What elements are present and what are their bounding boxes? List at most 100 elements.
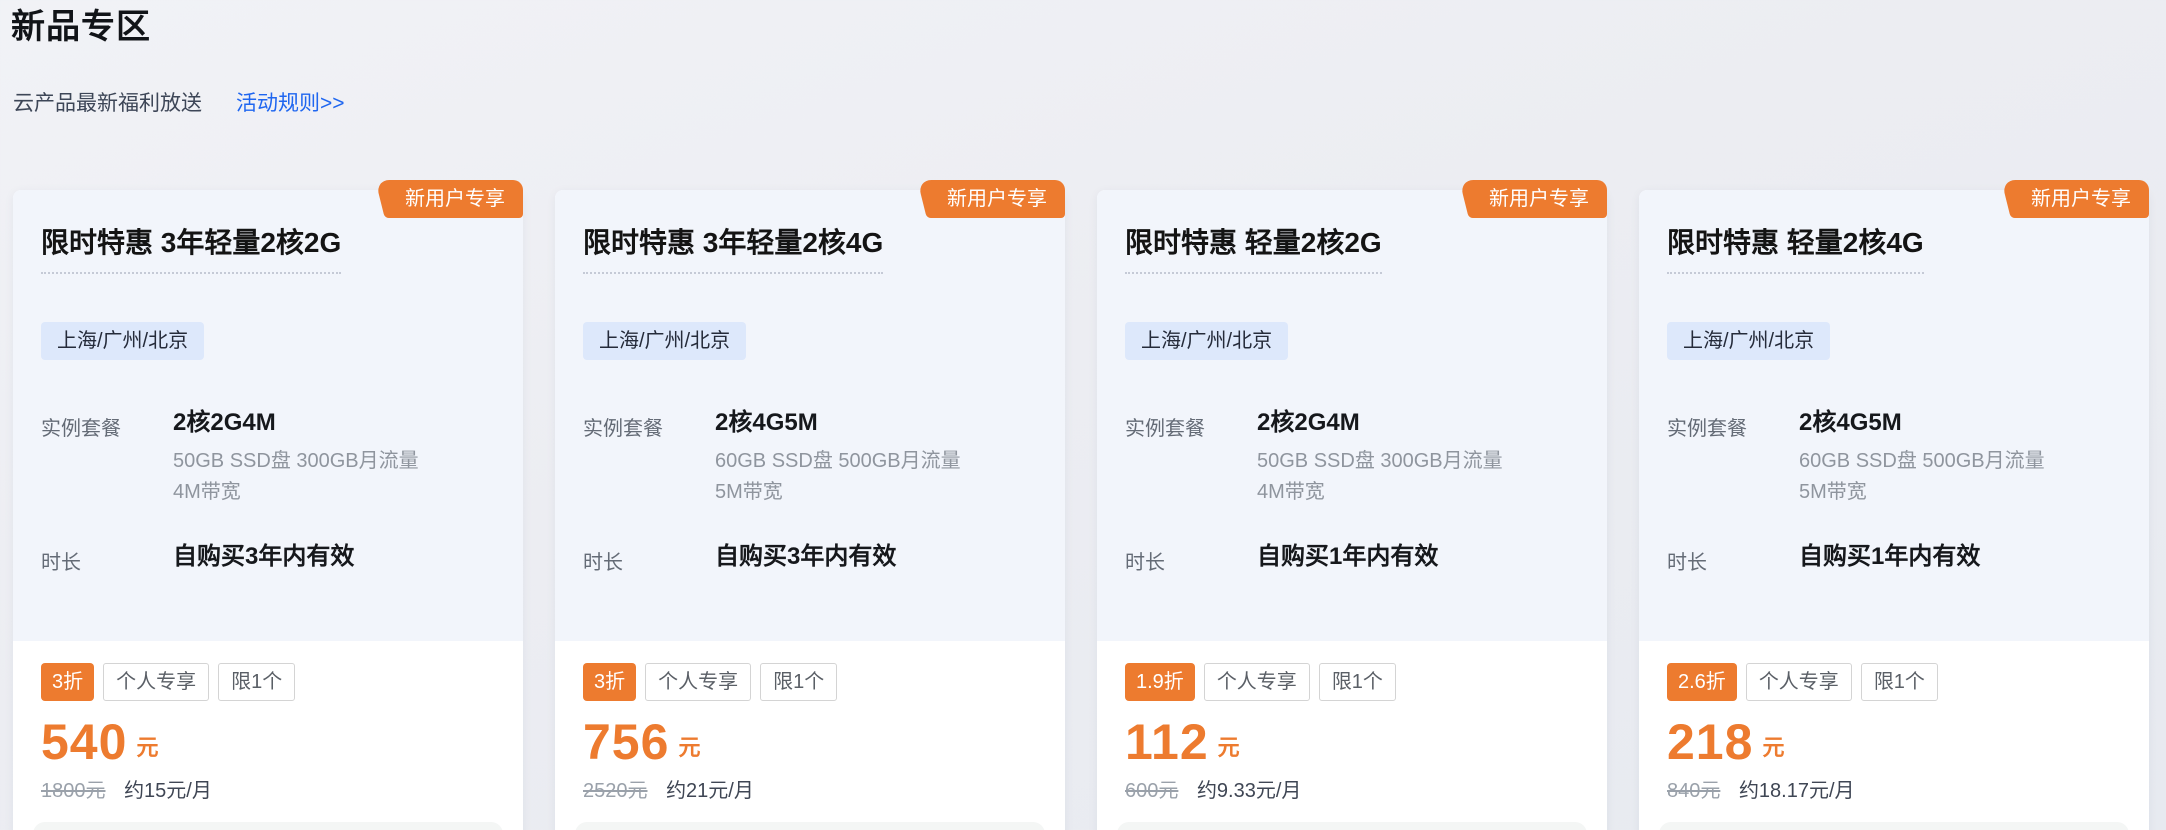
new-user-ribbon: 新用户专享 bbox=[1477, 180, 1607, 218]
spec-detail-line: 60GB SSD盘 500GB月流量 bbox=[1799, 446, 2045, 477]
card-top-section: 限时特惠 轻量2核2G 上海/广州/北京 实例套餐 2核2G4M 50GB SS… bbox=[1097, 190, 1607, 641]
card-title-text: 限时特惠 3年轻量2核2G bbox=[41, 226, 341, 274]
page-title: 新品专区 bbox=[11, 6, 2152, 48]
spec-detail-line: 5M带宽 bbox=[715, 477, 961, 508]
spec-value: 2核4G5M bbox=[715, 408, 961, 438]
duration-label: 时长 bbox=[1125, 542, 1257, 575]
card-footer-strip bbox=[33, 822, 503, 830]
ribbon-label: 新用户专享 bbox=[1489, 188, 1589, 210]
price-unit: 元 bbox=[678, 730, 700, 762]
ribbon-label: 新用户专享 bbox=[405, 188, 505, 210]
old-price-row: 2520元 约21元/月 bbox=[583, 778, 1037, 804]
personal-only-tag: 个人专享 bbox=[645, 663, 751, 701]
new-user-ribbon: 新用户专享 bbox=[2019, 180, 2149, 218]
spec-detail: 50GB SSD盘 300GB月流量 4M带宽 bbox=[173, 446, 419, 508]
spec-value-block: 2核2G4M 50GB SSD盘 300GB月流量 4M带宽 bbox=[1257, 408, 1503, 508]
old-price-row: 1800元 约15元/月 bbox=[41, 778, 495, 804]
product-card[interactable]: 新用户专享 限时特惠 轻量2核2G 上海/广州/北京 实例套餐 2核2G4M 5… bbox=[1097, 190, 1607, 830]
original-price: 1800元 bbox=[41, 780, 106, 802]
original-price: 2520元 bbox=[583, 780, 648, 802]
discount-badge: 3折 bbox=[41, 663, 94, 701]
discount-badge: 1.9折 bbox=[1125, 663, 1195, 701]
price-row: 540 元 bbox=[41, 715, 495, 769]
card-top-section: 限时特惠 3年轻量2核4G 上海/广州/北京 实例套餐 2核4G5M 60GB … bbox=[555, 190, 1065, 641]
product-card[interactable]: 新用户专享 限时特惠 3年轻量2核4G 上海/广州/北京 实例套餐 2核4G5M… bbox=[555, 190, 1065, 830]
card-title: 限时特惠 3年轻量2核4G bbox=[583, 226, 1037, 274]
card-footer-strip bbox=[1117, 822, 1587, 830]
activity-rules-link[interactable]: 活动规则>> bbox=[236, 90, 345, 118]
badge-row: 1.9折 个人专享 限1个 bbox=[1125, 663, 1579, 701]
spec-detail-line: 60GB SSD盘 500GB月流量 bbox=[715, 446, 961, 477]
card-price-section: 3折 个人专享 限1个 756 元 2520元 约21元/月 bbox=[555, 641, 1065, 804]
limit-one-tag: 限1个 bbox=[1861, 663, 1938, 701]
card-title-text: 限时特惠 轻量2核4G bbox=[1667, 226, 1924, 274]
card-footer-strip bbox=[575, 822, 1045, 830]
discount-badge: 3折 bbox=[583, 663, 636, 701]
price-value: 112 bbox=[1125, 715, 1209, 769]
region-tag: 上海/广州/北京 bbox=[583, 322, 746, 360]
new-user-ribbon: 新用户专享 bbox=[935, 180, 1065, 218]
discount-badge: 2.6折 bbox=[1667, 663, 1737, 701]
product-card[interactable]: 新用户专享 限时特惠 3年轻量2核2G 上海/广州/北京 实例套餐 2核2G4M… bbox=[13, 190, 523, 830]
duration-row: 时长 自购买1年内有效 bbox=[1125, 542, 1579, 575]
card-title-text: 限时特惠 轻量2核2G bbox=[1125, 226, 1382, 274]
original-price: 600元 bbox=[1125, 780, 1178, 802]
limit-one-tag: 限1个 bbox=[1319, 663, 1396, 701]
product-card-row: 新用户专享 限时特惠 3年轻量2核2G 上海/广州/北京 实例套餐 2核2G4M… bbox=[13, 190, 2152, 830]
card-title-text: 限时特惠 3年轻量2核4G bbox=[583, 226, 883, 274]
spec-value: 2核2G4M bbox=[1257, 408, 1503, 438]
instance-spec-row: 实例套餐 2核2G4M 50GB SSD盘 300GB月流量 4M带宽 bbox=[1125, 408, 1579, 508]
spec-value-block: 2核2G4M 50GB SSD盘 300GB月流量 4M带宽 bbox=[173, 408, 419, 508]
card-price-section: 2.6折 个人专享 限1个 218 元 840元 约18.17元/月 bbox=[1639, 641, 2149, 804]
personal-only-tag: 个人专享 bbox=[103, 663, 209, 701]
spec-value: 2核2G4M bbox=[173, 408, 419, 438]
region-tag: 上海/广州/北京 bbox=[41, 322, 204, 360]
price-unit: 元 bbox=[1218, 730, 1240, 762]
price-unit: 元 bbox=[1762, 730, 1784, 762]
section-subtitle: 云产品最新福利放送 bbox=[13, 90, 202, 118]
region-tag: 上海/广州/北京 bbox=[1125, 322, 1288, 360]
limit-one-tag: 限1个 bbox=[218, 663, 295, 701]
card-title: 限时特惠 轻量2核2G bbox=[1125, 226, 1579, 274]
spec-value: 2核4G5M bbox=[1799, 408, 2045, 438]
duration-label: 时长 bbox=[583, 542, 715, 575]
price-value: 218 bbox=[1667, 715, 1753, 769]
region-tag: 上海/广州/北京 bbox=[1667, 322, 1830, 360]
spec-detail-line: 50GB SSD盘 300GB月流量 bbox=[173, 446, 419, 477]
price-row: 112 元 bbox=[1125, 715, 1579, 769]
badge-row: 3折 个人专享 限1个 bbox=[41, 663, 495, 701]
original-price: 840元 bbox=[1667, 780, 1720, 802]
price-row: 756 元 bbox=[583, 715, 1037, 769]
duration-value: 自购买1年内有效 bbox=[1799, 542, 1980, 575]
duration-value: 自购买3年内有效 bbox=[173, 542, 354, 575]
old-price-row: 600元 约9.33元/月 bbox=[1125, 778, 1579, 804]
instance-spec-row: 实例套餐 2核4G5M 60GB SSD盘 500GB月流量 5M带宽 bbox=[1667, 408, 2121, 508]
ribbon-label: 新用户专享 bbox=[2031, 188, 2131, 210]
spec-value-block: 2核4G5M 60GB SSD盘 500GB月流量 5M带宽 bbox=[1799, 408, 2045, 508]
new-products-section: 新品专区 云产品最新福利放送 活动规则>> 新用户专享 限时特惠 3年轻量2核2… bbox=[0, 0, 2166, 830]
monthly-price: 约15元/月 bbox=[124, 780, 212, 802]
price-unit: 元 bbox=[136, 730, 158, 762]
spec-detail: 60GB SSD盘 500GB月流量 5M带宽 bbox=[1799, 446, 2045, 508]
spec-value-block: 2核4G5M 60GB SSD盘 500GB月流量 5M带宽 bbox=[715, 408, 961, 508]
badge-row: 2.6折 个人专享 限1个 bbox=[1667, 663, 2121, 701]
duration-row: 时长 自购买1年内有效 bbox=[1667, 542, 2121, 575]
instance-spec-row: 实例套餐 2核4G5M 60GB SSD盘 500GB月流量 5M带宽 bbox=[583, 408, 1037, 508]
badge-row: 3折 个人专享 限1个 bbox=[583, 663, 1037, 701]
duration-label: 时长 bbox=[41, 542, 173, 575]
price-value: 540 bbox=[41, 715, 127, 769]
spec-label: 实例套餐 bbox=[1125, 408, 1257, 508]
card-title: 限时特惠 3年轻量2核2G bbox=[41, 226, 495, 274]
old-price-row: 840元 约18.17元/月 bbox=[1667, 778, 2121, 804]
card-top-section: 限时特惠 轻量2核4G 上海/广州/北京 实例套餐 2核4G5M 60GB SS… bbox=[1639, 190, 2149, 641]
monthly-price: 约18.17元/月 bbox=[1739, 780, 1855, 802]
monthly-price: 约9.33元/月 bbox=[1197, 780, 1301, 802]
card-top-section: 限时特惠 3年轻量2核2G 上海/广州/北京 实例套餐 2核2G4M 50GB … bbox=[13, 190, 523, 641]
spec-label: 实例套餐 bbox=[583, 408, 715, 508]
spec-label: 实例套餐 bbox=[1667, 408, 1799, 508]
instance-spec-row: 实例套餐 2核2G4M 50GB SSD盘 300GB月流量 4M带宽 bbox=[41, 408, 495, 508]
product-card[interactable]: 新用户专享 限时特惠 轻量2核4G 上海/广州/北京 实例套餐 2核4G5M 6… bbox=[1639, 190, 2149, 830]
spec-detail-line: 4M带宽 bbox=[1257, 477, 1503, 508]
duration-label: 时长 bbox=[1667, 542, 1799, 575]
card-footer-strip bbox=[1659, 822, 2129, 830]
